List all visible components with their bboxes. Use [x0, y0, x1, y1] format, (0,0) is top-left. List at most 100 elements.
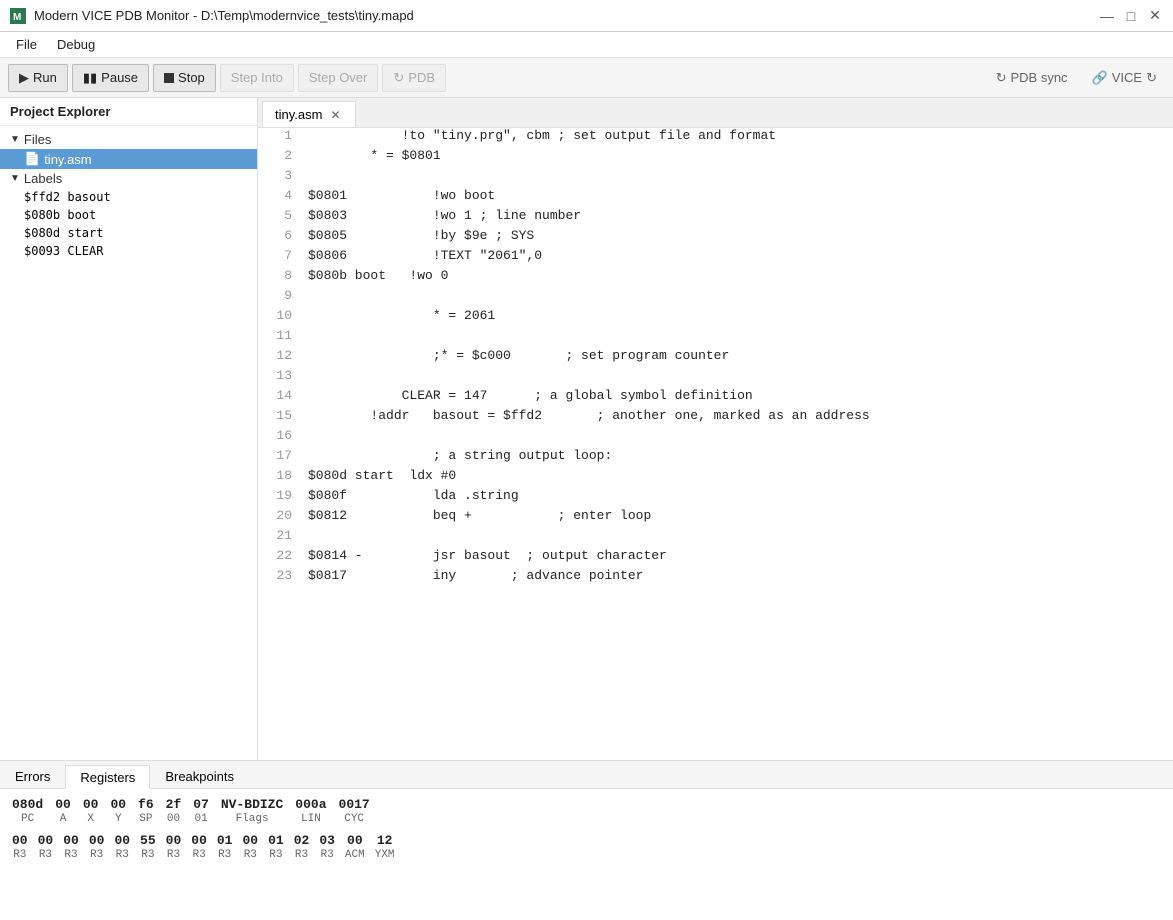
reg-cyc-value: 0017	[339, 797, 370, 812]
tab-close-button[interactable]: ✕	[328, 108, 342, 122]
minimize-button[interactable]: —	[1099, 8, 1115, 24]
tab-tiny-asm[interactable]: tiny.asm ✕	[262, 101, 356, 127]
line-number-22: 22	[258, 548, 308, 563]
code-line-19: 19$080f lda .string	[258, 488, 1173, 508]
line-number-23: 23	[258, 568, 308, 583]
vice-label: VICE	[1112, 70, 1142, 85]
files-group[interactable]: ▼ Files	[0, 130, 257, 149]
line-number-13: 13	[258, 368, 308, 383]
code-editor[interactable]: 1 !to "tiny.prg", cbm ; set output file …	[258, 128, 1173, 760]
reg-flags: NV-BDIZC Flags	[221, 797, 283, 825]
line-number-3: 3	[258, 168, 308, 183]
menu-file[interactable]: File	[8, 35, 45, 54]
label-start-text: $080d start	[24, 226, 103, 240]
reg-r3-6-label: R3	[167, 849, 180, 861]
code-line-14: 14 CLEAR = 147 ; a global symbol definit…	[258, 388, 1173, 408]
menu-debug[interactable]: Debug	[49, 35, 103, 54]
toolbar-right: ↻ PDB sync 🔗 VICE ↻	[988, 67, 1165, 89]
reg-sp-sub1-label: 00	[167, 813, 180, 825]
bottom-tabs: Errors Registers Breakpoints	[0, 761, 1173, 789]
vice-button[interactable]: 🔗 VICE ↻	[1084, 67, 1165, 89]
titlebar-left: M Modern VICE PDB Monitor - D:\Temp\mode…	[10, 8, 414, 24]
line-content-14: CLEAR = 147 ; a global symbol definition	[308, 388, 1173, 403]
label-clear-text: $0093 CLEAR	[24, 244, 103, 258]
reg-r3-7-label: R3	[192, 849, 205, 861]
line-number-6: 6	[258, 228, 308, 243]
reg-yxm-label: YXM	[375, 849, 395, 861]
line-number-20: 20	[258, 508, 308, 523]
reg-a-value: 00	[55, 797, 71, 812]
labels-group[interactable]: ▼ Labels	[0, 169, 257, 188]
reg-yxm-value: 12	[377, 833, 393, 848]
step-over-button[interactable]: Step Over	[298, 64, 379, 92]
file-tiny-asm[interactable]: 📄 tiny.asm	[0, 149, 257, 169]
reg-r3-10-value: 01	[268, 833, 284, 848]
reg-pc-label: PC	[21, 813, 34, 825]
code-line-20: 20$0812 beq + ; enter loop	[258, 508, 1173, 528]
menubar: File Debug	[0, 32, 1173, 58]
reg-flags-label: Flags	[236, 813, 269, 825]
reg-r3-11-value: 02	[294, 833, 310, 848]
reg-pc-value: 080d	[12, 797, 43, 812]
pause-button[interactable]: ▮▮ Pause	[72, 64, 149, 92]
app-icon: M	[10, 8, 26, 24]
reg-r3-8-label: R3	[218, 849, 231, 861]
close-button[interactable]: ✕	[1147, 8, 1163, 24]
reg-r3-9-label: R3	[244, 849, 257, 861]
run-label: Run	[33, 70, 57, 85]
pdb-label: PDB	[408, 70, 435, 85]
label-boot-text: $080b boot	[24, 208, 96, 222]
line-content-8: $080b boot !wo 0	[308, 268, 1173, 283]
reg-x-label: X	[87, 813, 94, 825]
reg-acm: 00 ACM	[345, 833, 365, 861]
tab-breakpoints[interactable]: Breakpoints	[150, 764, 249, 788]
pdb-sync-icon: ↻	[996, 70, 1007, 86]
labels-collapse-icon: ▼	[10, 173, 20, 184]
code-line-18: 18$080d start ldx #0	[258, 468, 1173, 488]
line-number-21: 21	[258, 528, 308, 543]
reg-flags-value: NV-BDIZC	[221, 797, 283, 812]
line-number-14: 14	[258, 388, 308, 403]
reg-sp-sub1: 2f 00	[166, 797, 182, 825]
maximize-button[interactable]: □	[1123, 8, 1139, 24]
window-controls[interactable]: — □ ✕	[1099, 8, 1163, 24]
line-content-4: $0801 !wo boot	[308, 188, 1173, 203]
code-line-21: 21	[258, 528, 1173, 548]
files-collapse-icon: ▼	[10, 134, 20, 145]
label-clear[interactable]: $0093 CLEAR	[0, 242, 257, 260]
run-icon: ▶	[19, 70, 29, 86]
code-line-7: 7$0806 !TEXT "2061",0	[258, 248, 1173, 268]
label-boot[interactable]: $080b boot	[0, 206, 257, 224]
step-into-button[interactable]: Step Into	[220, 64, 294, 92]
code-line-23: 23$0817 iny ; advance pointer	[258, 568, 1173, 588]
reg-pc: 080d PC	[12, 797, 43, 825]
reg-sp: f6 SP	[138, 797, 154, 825]
line-number-10: 10	[258, 308, 308, 323]
reg-sp-sub2-value: 07	[193, 797, 209, 812]
titlebar: M Modern VICE PDB Monitor - D:\Temp\mode…	[0, 0, 1173, 32]
tab-tiny-asm-label: tiny.asm	[275, 107, 322, 122]
toolbar: ▶ Run ▮▮ Pause Stop Step Into Step Over …	[0, 58, 1173, 98]
tab-registers[interactable]: Registers	[65, 765, 150, 789]
window-title: Modern VICE PDB Monitor - D:\Temp\modern…	[34, 8, 414, 23]
line-number-7: 7	[258, 248, 308, 263]
step-over-label: Step Over	[309, 70, 368, 85]
code-line-15: 15 !addr basout = $ffd2 ; another one, m…	[258, 408, 1173, 428]
right-panel: tiny.asm ✕ 1 !to "tiny.prg", cbm ; set o…	[258, 98, 1173, 760]
run-button[interactable]: ▶ Run	[8, 64, 68, 92]
label-start[interactable]: $080d start	[0, 224, 257, 242]
pdb-button[interactable]: ↻ PDB	[382, 64, 446, 92]
pdb-sync-button[interactable]: ↻ PDB sync	[988, 67, 1076, 89]
file-tree: ▼ Files 📄 tiny.asm ▼ Labels $ffd2 basout…	[0, 126, 257, 760]
pdb-sync-label: PDB sync	[1010, 70, 1067, 85]
reg-r3-10: 01 R3	[268, 833, 284, 861]
vice-refresh-icon: ↻	[1146, 70, 1157, 86]
step-into-label: Step Into	[231, 70, 283, 85]
tab-errors[interactable]: Errors	[0, 764, 65, 788]
pause-icon: ▮▮	[83, 70, 97, 86]
stop-button[interactable]: Stop	[153, 64, 216, 92]
line-number-11: 11	[258, 328, 308, 343]
vice-link-icon: 🔗	[1092, 70, 1108, 86]
reg-y-value: 00	[110, 797, 126, 812]
label-basout[interactable]: $ffd2 basout	[0, 188, 257, 206]
